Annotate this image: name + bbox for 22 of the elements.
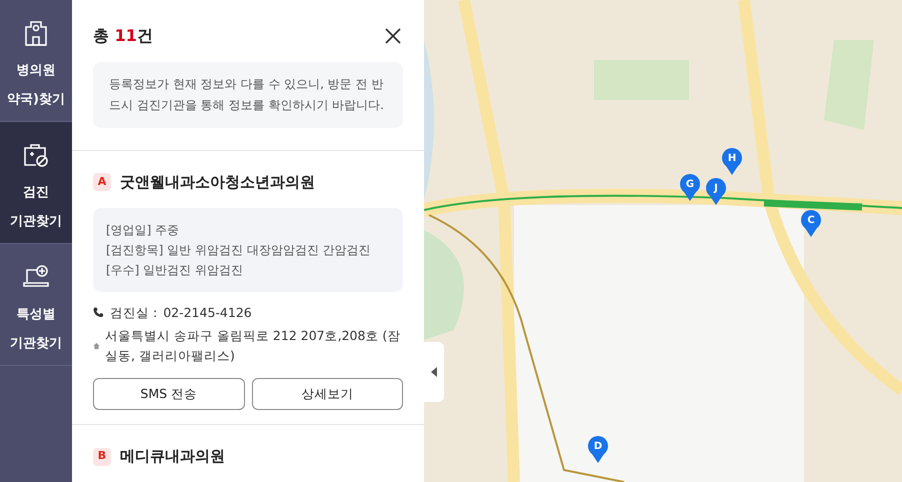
- sidebar-item[interactable]: 검진 기관찾기: [0, 122, 72, 244]
- phone-number[interactable]: 02-2145-4126: [163, 304, 252, 322]
- clinic-name[interactable]: 메디큐내과의원: [120, 445, 225, 468]
- laptop-plus-icon: [22, 264, 50, 290]
- detail-line: [우수] 일반검진 위암검진: [106, 262, 244, 278]
- action-button[interactable]: 상세보기: [252, 378, 403, 410]
- clinic-name[interactable]: 굿앤웰내과소아청소년과의원: [120, 171, 315, 194]
- collapse-panel-handle[interactable]: [424, 342, 444, 402]
- phone-label: 검진실 :: [110, 304, 158, 322]
- house-icon: [93, 341, 100, 352]
- medical-bag-icon: [22, 142, 50, 168]
- action-button[interactable]: SMS 전송: [93, 378, 244, 410]
- detail-line: [영업일] 주중: [106, 222, 180, 238]
- notice-text: 등록정보가 현재 정보와 다를 수 있으니, 방문 전 반드시 검진기관을 통해 정보를 확인하시기 바랍니다.: [93, 62, 403, 128]
- detail-line: [검진항목] 일반 위암검진 대장암암검진 간암검진: [106, 242, 372, 258]
- phone-icon: [93, 307, 104, 318]
- address-text: 서울특별시 송파구 올림픽로 212 207호,208호 (잠실동, 갤러리아팰리스): [105, 327, 402, 366]
- result-count: 총 11건: [93, 25, 153, 47]
- close-button[interactable]: [383, 26, 403, 46]
- marker-badge: B: [93, 448, 111, 466]
- marker-badge: A: [93, 173, 111, 192]
- hospital-icon: [23, 19, 49, 47]
